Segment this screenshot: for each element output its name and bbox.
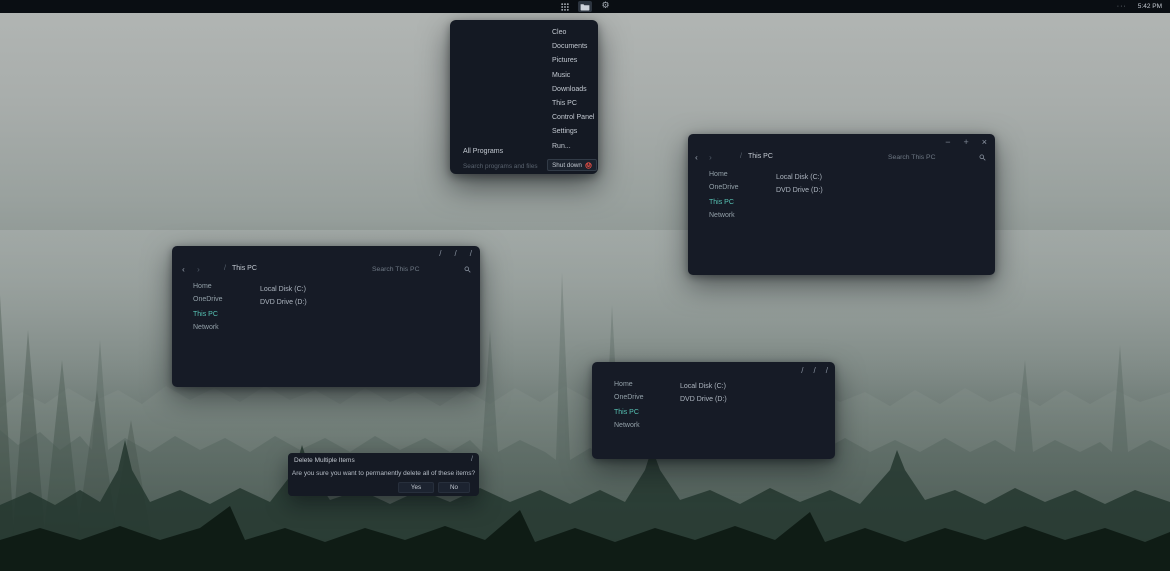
- topbar-launcher-group: ⚙: [0, 0, 1170, 13]
- dialog-close-button[interactable]: /: [471, 456, 473, 463]
- sidebar-item-network[interactable]: Network: [614, 421, 640, 431]
- dialog-message: Are you sure you want to permanently del…: [288, 470, 479, 477]
- drive-local-disk[interactable]: Local Disk (C:): [680, 382, 726, 392]
- menu-item-control-panel[interactable]: Control Panel: [552, 111, 594, 125]
- shutdown-button[interactable]: Shut down: [547, 159, 597, 171]
- minimize-button[interactable]: −: [945, 137, 950, 147]
- maximize-button[interactable]: /: [455, 249, 457, 259]
- start-menu: Cleo Documents Pictures Music Downloads …: [450, 20, 598, 174]
- power-icon: [585, 162, 592, 169]
- close-button[interactable]: /: [826, 366, 828, 376]
- explorer-window-middle-left: / / / ‹ › / This PC Home OneDrive This P…: [172, 246, 480, 387]
- search-input[interactable]: [372, 263, 467, 276]
- drive-dvd[interactable]: DVD Drive (D:): [776, 186, 823, 196]
- sidebar-item-onedrive[interactable]: OneDrive: [709, 183, 739, 193]
- sidebar-item-onedrive[interactable]: OneDrive: [614, 393, 644, 403]
- clock[interactable]: 5:42 PM: [1138, 0, 1162, 13]
- yes-button[interactable]: Yes: [398, 482, 434, 493]
- menu-item-music[interactable]: Music: [552, 69, 594, 83]
- drive-local-disk[interactable]: Local Disk (C:): [260, 285, 306, 295]
- all-programs-button[interactable]: All Programs: [463, 147, 503, 156]
- back-button[interactable]: ‹: [695, 152, 698, 163]
- window-controls: − + ×: [945, 137, 987, 147]
- search-icon[interactable]: [464, 266, 471, 273]
- minimize-button[interactable]: /: [801, 366, 803, 376]
- sidebar-item-home[interactable]: Home: [614, 380, 633, 390]
- app-grid-icon[interactable]: [558, 1, 571, 12]
- navigation-bar: ‹ › / This PC: [688, 151, 995, 164]
- back-button[interactable]: ‹: [182, 264, 185, 275]
- close-button[interactable]: ×: [982, 137, 987, 147]
- shutdown-label: Shut down: [552, 162, 582, 169]
- breadcrumb-separator: /: [740, 153, 742, 160]
- menu-item-settings[interactable]: Settings: [552, 125, 594, 139]
- forward-button[interactable]: ›: [709, 152, 712, 163]
- settings-gear-icon[interactable]: ⚙: [599, 1, 612, 12]
- breadcrumb-separator: /: [224, 265, 226, 272]
- start-menu-items: Cleo Documents Pictures Music Downloads …: [552, 26, 594, 154]
- no-button[interactable]: No: [438, 482, 470, 493]
- drive-dvd[interactable]: DVD Drive (D:): [680, 395, 727, 405]
- window-controls: / / /: [439, 249, 472, 259]
- search-icon[interactable]: [979, 154, 986, 161]
- sidebar-item-onedrive[interactable]: OneDrive: [193, 295, 223, 305]
- forward-button[interactable]: ›: [197, 264, 200, 275]
- start-menu-search-input[interactable]: [463, 161, 549, 172]
- navigation-bar: ‹ › / This PC: [172, 263, 480, 276]
- menu-item-pictures[interactable]: Pictures: [552, 54, 594, 68]
- menu-item-user-cleo[interactable]: Cleo: [552, 26, 594, 40]
- file-explorer-icon[interactable]: [578, 1, 592, 12]
- search-input[interactable]: [888, 151, 983, 164]
- sidebar-item-this-pc[interactable]: This PC: [614, 408, 639, 418]
- dialog-title: Delete Multiple Items: [294, 457, 355, 464]
- menu-item-run[interactable]: Run...: [552, 140, 594, 154]
- close-button[interactable]: /: [470, 249, 472, 259]
- drive-dvd[interactable]: DVD Drive (D:): [260, 298, 307, 308]
- menu-item-downloads[interactable]: Downloads: [552, 83, 594, 97]
- delete-confirmation-dialog: Delete Multiple Items / Are you sure you…: [288, 453, 479, 496]
- sidebar-item-home[interactable]: Home: [193, 282, 212, 292]
- explorer-window-top-right: − + × ‹ › / This PC Home OneDrive This P…: [688, 134, 995, 275]
- drive-local-disk[interactable]: Local Disk (C:): [776, 173, 822, 183]
- breadcrumb[interactable]: This PC: [748, 153, 773, 160]
- window-controls: / / /: [801, 366, 828, 376]
- sidebar-item-network[interactable]: Network: [709, 211, 735, 221]
- menu-item-this-pc[interactable]: This PC: [552, 97, 594, 111]
- minimize-button[interactable]: /: [439, 249, 441, 259]
- maximize-button[interactable]: /: [814, 366, 816, 376]
- sidebar-item-network[interactable]: Network: [193, 323, 219, 333]
- explorer-window-bottom-right: / / / Home OneDrive This PC Network Loca…: [592, 362, 835, 459]
- maximize-button[interactable]: +: [963, 137, 968, 147]
- topbar: ⚙ ··· 5:42 PM: [0, 0, 1170, 13]
- sidebar-item-home[interactable]: Home: [709, 170, 728, 180]
- sidebar-item-this-pc[interactable]: This PC: [193, 310, 218, 320]
- topbar-status-group: ··· 5:42 PM: [1117, 0, 1162, 13]
- menu-item-documents[interactable]: Documents: [552, 40, 594, 54]
- gear-glyph: ⚙: [601, 1, 609, 12]
- overflow-menu-icon[interactable]: ···: [1117, 0, 1127, 13]
- breadcrumb[interactable]: This PC: [232, 265, 257, 272]
- sidebar-item-this-pc[interactable]: This PC: [709, 198, 734, 208]
